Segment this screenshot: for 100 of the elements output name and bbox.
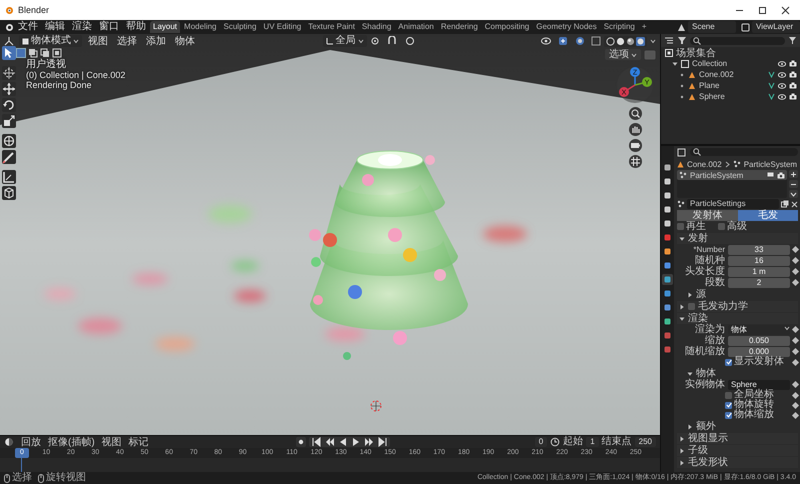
eye-icon[interactable]: [778, 72, 786, 78]
checkbox[interactable]: 显示发射体: [725, 357, 784, 367]
list-side-button[interactable]: [789, 170, 798, 178]
workspace-tab[interactable]: Compositing: [482, 21, 532, 33]
panel-header[interactable]: 视图显示: [677, 433, 798, 444]
particle-system-list[interactable]: ParticleSystem: [677, 170, 787, 198]
checkbox[interactable]: 高级: [718, 222, 747, 232]
mode-dropdown[interactable]: 物体模式: [19, 35, 82, 47]
menu-item[interactable]: 窗口: [96, 21, 122, 33]
workspace-tab[interactable]: Sculpting: [220, 21, 260, 33]
solid-shading-icon[interactable]: [616, 36, 625, 46]
search-icon[interactable]: [693, 36, 701, 44]
outliner-item[interactable]: Sphere: [699, 92, 765, 101]
funnel-icon[interactable]: [788, 36, 797, 45]
type-tab[interactable]: 毛发: [738, 210, 798, 221]
checkbox[interactable]: 物体旋转: [725, 400, 774, 410]
tool-button[interactable]: [2, 134, 16, 148]
panel-header[interactable]: 源: [677, 289, 798, 300]
panel-header[interactable]: 毛发形状: [677, 457, 798, 468]
camera-icon[interactable]: [789, 82, 797, 89]
workspace-tab[interactable]: Rendering: [438, 21, 481, 33]
xray-icon[interactable]: [591, 36, 601, 46]
panel-header[interactable]: 渲染: [677, 313, 798, 324]
workspace-tab[interactable]: Layout: [150, 21, 180, 33]
menu-item[interactable]: 物体: [172, 34, 198, 48]
material-shading-icon[interactable]: [626, 36, 635, 46]
tool-button[interactable]: [2, 82, 16, 96]
monitor-icon[interactable]: [767, 172, 774, 178]
tool-button[interactable]: [2, 46, 16, 60]
number-field[interactable]: 0.050: [728, 336, 790, 346]
list-side-button[interactable]: [789, 180, 798, 188]
menu-item[interactable]: 添加: [143, 34, 169, 48]
properties-tab[interactable]: [662, 316, 673, 327]
properties-tab[interactable]: [662, 274, 673, 285]
number-field[interactable]: 1 m: [728, 266, 790, 276]
type-tab[interactable]: 发射体: [677, 210, 738, 221]
search-field[interactable]: [690, 148, 798, 156]
workspace-tab[interactable]: Modeling: [181, 21, 220, 33]
dropdown[interactable]: 物体: [728, 324, 790, 334]
panel-header[interactable]: 发射: [677, 233, 798, 244]
workspace-tab[interactable]: Geometry Nodes: [533, 21, 600, 33]
record-icon[interactable]: [296, 437, 306, 447]
current-frame-field[interactable]: 0: [534, 437, 548, 447]
menu-item[interactable]: 视图: [85, 34, 111, 48]
proportional-edit-icon[interactable]: [404, 36, 416, 46]
checkbox[interactable]: 全局坐标: [725, 390, 774, 400]
caret-icon[interactable]: [631, 52, 637, 58]
disclosure-triangle-icon[interactable]: [672, 60, 678, 66]
sidebar-toggle-icon[interactable]: [644, 50, 656, 60]
editor-type-icon[interactable]: [677, 148, 687, 156]
select-invert-icon[interactable]: [52, 48, 62, 58]
eye-icon[interactable]: [778, 60, 786, 66]
add-workspace-button[interactable]: +: [638, 21, 650, 33]
select-subtract-icon[interactable]: [40, 48, 50, 58]
number-field[interactable]: 16: [728, 256, 790, 266]
tool-button[interactable]: [2, 150, 16, 164]
filter-icon[interactable]: [677, 36, 687, 45]
menu-item[interactable]: 标记: [126, 435, 151, 449]
workspace-tab[interactable]: Shading: [358, 21, 394, 33]
tool-button[interactable]: [2, 186, 16, 200]
caret-icon[interactable]: [73, 38, 79, 44]
start-frame-field[interactable]: 1: [586, 437, 599, 447]
camera-icon[interactable]: [777, 172, 785, 178]
search-field[interactable]: [690, 36, 785, 44]
menu-item[interactable]: 视图: [100, 435, 124, 449]
view-layer-field[interactable]: ViewLayer: [752, 21, 800, 33]
duplicate-icon[interactable]: [781, 200, 789, 208]
select-extend-icon[interactable]: [28, 48, 38, 58]
rendered-shading-icon[interactable]: [636, 36, 645, 46]
properties-tab[interactable]: [662, 288, 673, 299]
properties-tab[interactable]: [662, 302, 673, 313]
workspace-tab[interactable]: Animation: [395, 21, 437, 33]
menu-item[interactable]: 渲染: [69, 21, 95, 33]
jump-end-icon[interactable]: [376, 437, 387, 447]
orientation-dropdown[interactable]: 全局: [322, 35, 366, 47]
camera-icon[interactable]: [789, 60, 797, 67]
properties-tab[interactable]: [662, 176, 673, 187]
tool-button[interactable]: [2, 170, 16, 184]
menu-item[interactable]: 帮助: [123, 21, 149, 33]
jump-start-icon[interactable]: [312, 437, 322, 447]
properties-tab[interactable]: [662, 246, 673, 257]
workspace-tab[interactable]: Texture Paint: [305, 21, 358, 33]
checkbox[interactable]: [688, 303, 695, 310]
properties-tab[interactable]: [662, 260, 673, 271]
visibility-icon[interactable]: [540, 36, 554, 46]
tool-button[interactable]: [2, 98, 16, 112]
menu-item[interactable]: 回放: [19, 435, 43, 449]
number-field[interactable]: 33: [728, 244, 790, 254]
outliner-item[interactable]: Plane: [699, 81, 765, 90]
end-frame-field[interactable]: 250: [634, 437, 656, 447]
camera-icon[interactable]: [789, 93, 797, 100]
panel-header[interactable]: 物体: [677, 368, 798, 379]
properties-tab[interactable]: [662, 190, 673, 201]
properties-tab[interactable]: [662, 162, 673, 173]
caret-icon[interactable]: [358, 38, 364, 44]
caret-icon[interactable]: [650, 38, 656, 44]
list-side-button[interactable]: [789, 190, 798, 198]
menu-item[interactable]: 选择: [114, 34, 140, 48]
panel-header[interactable]: 毛发动力学: [677, 301, 798, 312]
settings-field[interactable]: ParticleSettings: [687, 199, 779, 209]
